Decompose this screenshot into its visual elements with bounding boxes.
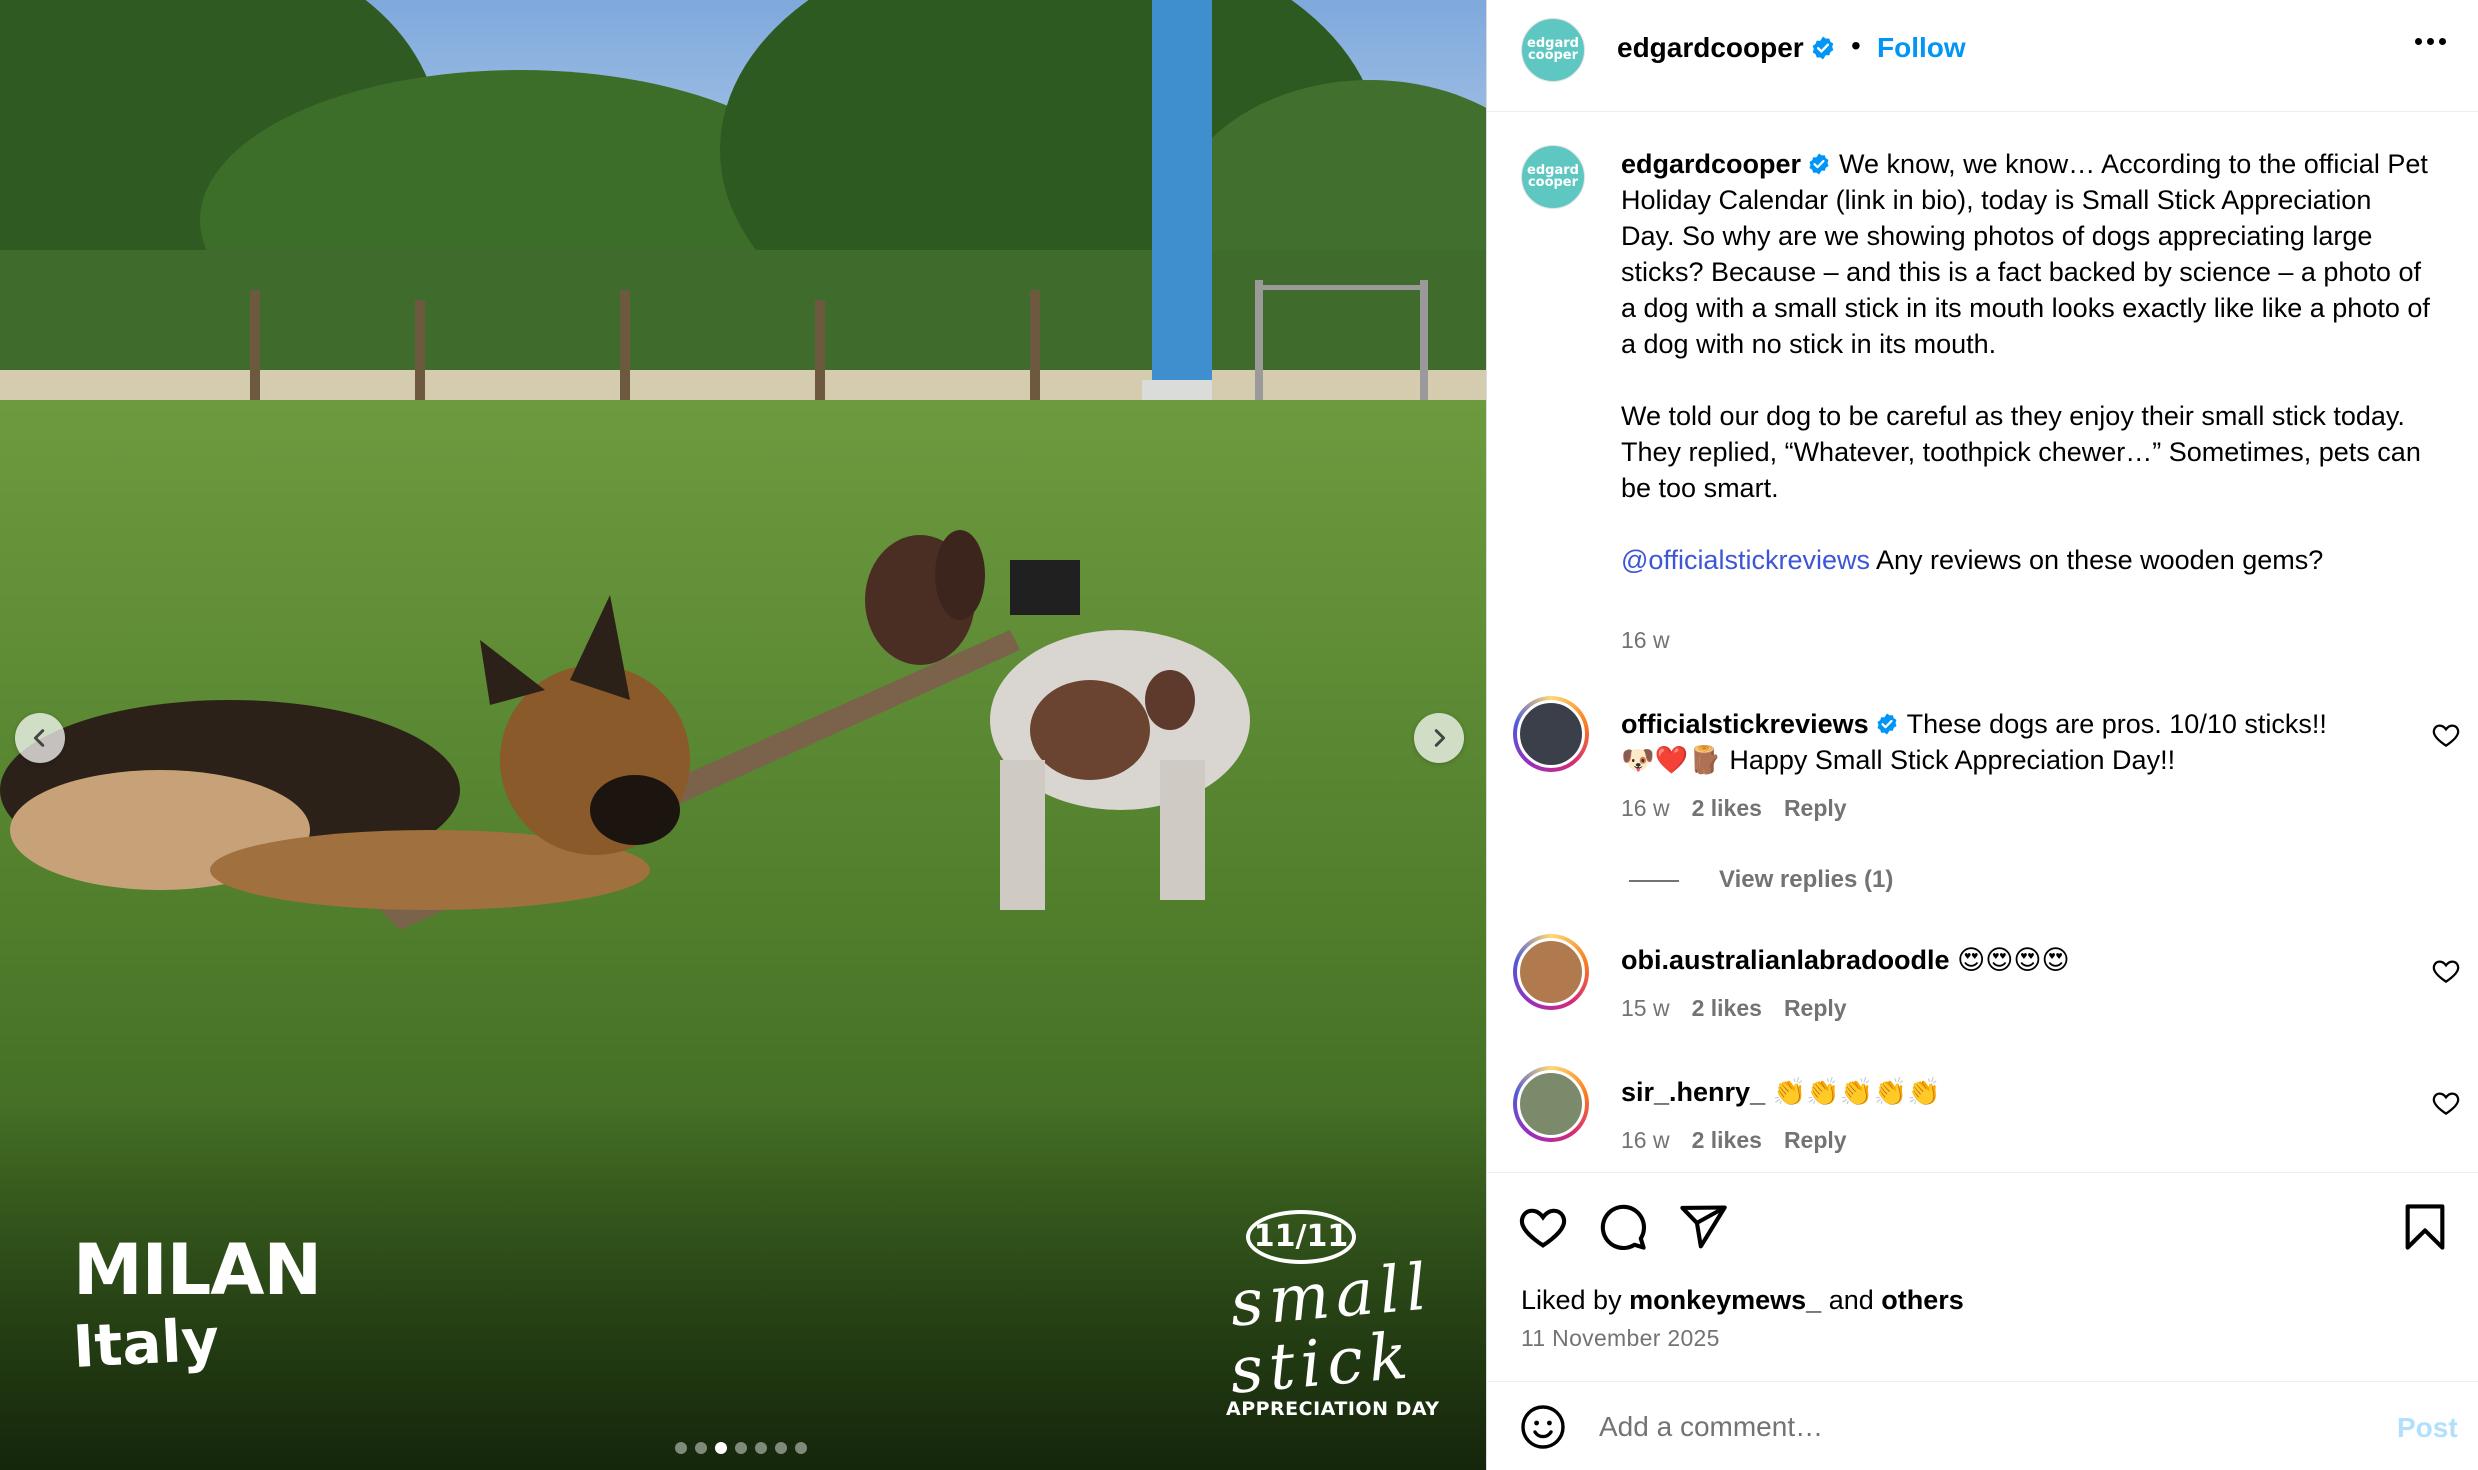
comment-avatar[interactable] — [1513, 934, 1589, 1010]
caption-text-2: We told our dog to be careful as they en… — [1621, 401, 2421, 503]
comment-item: officialstickreviews These dogs are pros.… — [1621, 706, 2391, 778]
caption-paragraph-3: @officialstickreviews Any reviews on the… — [1621, 542, 2431, 578]
post-header: edgard cooper edgardcooper • Follow — [1487, 0, 2478, 112]
comment-text-2: Happy Small Stick Appreciation Day!! — [1729, 745, 2176, 775]
caption-author-avatar[interactable]: edgard cooper — [1521, 145, 1585, 209]
more-options-icon[interactable] — [2415, 38, 2446, 45]
comment-text: 👏👏👏👏👏 — [1772, 1077, 1941, 1107]
comment-like-heart-icon[interactable] — [2431, 720, 2461, 750]
caption-paragraph-1: edgardcooper We know, we know… According … — [1621, 146, 2431, 362]
chevron-left-icon — [33, 729, 45, 747]
badge-word-stick: stick — [1227, 1319, 1417, 1409]
verified-badge-icon — [1812, 36, 1833, 59]
chevron-right-icon — [1434, 729, 1446, 747]
comment-reply-button[interactable]: Reply — [1784, 1127, 1847, 1153]
comment-icon[interactable] — [1597, 1201, 1649, 1253]
carousel-dot — [735, 1442, 747, 1454]
comment-username[interactable]: officialstickreviews — [1621, 709, 1869, 739]
comment-text: 😍😍😍😍 — [1957, 945, 2070, 975]
post-photo[interactable]: MILAN Italy 11/11 small stick APPRECIATI… — [0, 0, 1486, 1470]
comment-emoji: 🐶❤️🪵 — [1621, 745, 1722, 775]
caption-username[interactable]: edgardcooper — [1621, 149, 1801, 179]
verified-badge-icon — [1809, 153, 1829, 175]
badge-date: 11/11 — [1246, 1210, 1356, 1264]
post-side-panel: edgard cooper edgardcooper • Follow edgar… — [1486, 0, 2478, 1470]
comment-avatar[interactable] — [1513, 696, 1589, 772]
comment-time[interactable]: 16 w — [1621, 1127, 1670, 1153]
carousel-dot — [755, 1442, 767, 1454]
comment-reply-button[interactable]: Reply — [1784, 795, 1847, 821]
post-comment-button[interactable]: Post — [2397, 1412, 2458, 1444]
bookmark-icon[interactable] — [2399, 1201, 2451, 1253]
comment-item: obi.australianlabradoodle 😍😍😍😍 — [1621, 942, 2391, 978]
comment-like-heart-icon[interactable] — [2431, 956, 2461, 986]
liked-by-others-link[interactable]: others — [1881, 1285, 1964, 1315]
carousel-dot — [775, 1442, 787, 1454]
avatar-text-bottom: cooper — [1527, 48, 1579, 63]
comment-time[interactable]: 15 w — [1621, 995, 1670, 1021]
follow-button[interactable]: Follow — [1877, 32, 1966, 64]
carousel-prev-button[interactable] — [15, 713, 65, 763]
comment-likes[interactable]: 2 likes — [1692, 1127, 1762, 1153]
comment-username[interactable]: sir_.henry_ — [1621, 1077, 1765, 1107]
comment-avatar[interactable] — [1513, 1066, 1589, 1142]
caption-text-3: Any reviews on these wooden gems? — [1869, 545, 2324, 575]
post-date[interactable]: 11 November 2025 — [1521, 1325, 1720, 1352]
comment-input[interactable] — [1599, 1404, 2379, 1450]
carousel-dot — [795, 1442, 807, 1454]
liked-by-prefix: Liked by — [1521, 1285, 1630, 1315]
comment-reply-button[interactable]: Reply — [1784, 995, 1847, 1021]
comment-likes[interactable]: 2 likes — [1692, 795, 1762, 821]
carousel-next-button[interactable] — [1414, 713, 1464, 763]
comment-meta: 15 w 2 likes Reply — [1621, 995, 1847, 1022]
comment-meta: 16 w 2 likes Reply — [1621, 1127, 1847, 1154]
comment-time[interactable]: 16 w — [1621, 795, 1670, 821]
author-username-text: edgardcooper — [1617, 32, 1804, 63]
comment-username[interactable]: obi.australianlabradoodle — [1621, 945, 1950, 975]
post-caption: edgardcooper We know, we know… According … — [1621, 146, 2431, 578]
header-separator: • — [1851, 30, 1861, 61]
share-icon[interactable] — [1677, 1201, 1729, 1253]
photo-city-label: MILAN — [73, 1229, 322, 1311]
comment-item: sir_.henry_ 👏👏👏👏👏 — [1621, 1074, 2391, 1110]
verified-badge-icon — [1877, 713, 1897, 735]
comment-like-heart-icon[interactable] — [2431, 1088, 2461, 1118]
carousel-dot — [695, 1442, 707, 1454]
add-comment-bar: Post — [1487, 1381, 2478, 1470]
heart-icon[interactable] — [1517, 1201, 1569, 1253]
caption-timestamp[interactable]: 16 w — [1621, 627, 1670, 654]
view-replies-button[interactable]: View replies (1) — [1629, 866, 1893, 894]
author-avatar[interactable]: edgard cooper — [1521, 18, 1585, 82]
avatar-text-bottom: cooper — [1527, 175, 1579, 190]
photo-country-label: Italy — [71, 1305, 221, 1381]
liked-by-text: Liked by monkeymews_ and others — [1521, 1285, 1964, 1316]
comment-likes[interactable]: 2 likes — [1692, 995, 1762, 1021]
liked-by-user-link[interactable]: monkeymews_ — [1629, 1285, 1821, 1315]
liked-by-and: and — [1821, 1285, 1882, 1315]
author-username[interactable]: edgardcooper — [1617, 32, 1836, 64]
badge-subtitle: APPRECIATION DAY — [1226, 1398, 1440, 1420]
comment-text: These dogs are pros. 10/10 sticks!! — [1906, 709, 2327, 739]
caption-mention-link[interactable]: @officialstickreviews — [1621, 545, 1870, 575]
carousel-dot — [715, 1442, 727, 1454]
caption-text-1: We know, we know… According to the offic… — [1621, 149, 2430, 359]
carousel-indicator — [675, 1442, 807, 1454]
comment-meta: 16 w 2 likes Reply — [1621, 795, 1847, 822]
carousel-dot — [675, 1442, 687, 1454]
emoji-icon[interactable] — [1519, 1403, 1567, 1451]
post-actions: Liked by monkeymews_ and others 11 Novem… — [1487, 1172, 2478, 1382]
